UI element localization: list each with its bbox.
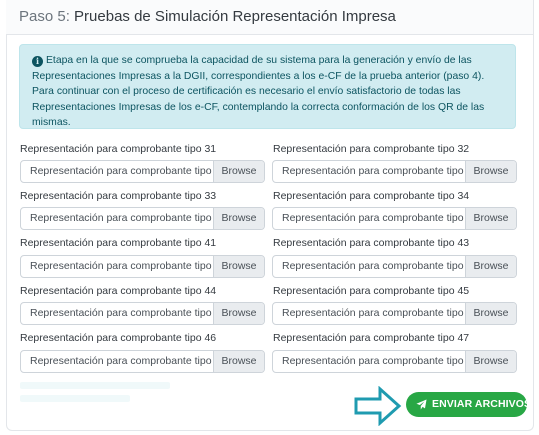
browse-button[interactable]: Browse	[213, 256, 264, 277]
browse-button[interactable]: Browse	[465, 208, 516, 229]
file-input-33[interactable]: Representación para comprobante tipo 33.…	[20, 207, 265, 230]
field-label-46: Representación para comprobante tipo 46	[20, 332, 217, 344]
file-placeholder: Representación para comprobante tipo 43.	[282, 260, 482, 272]
field-label-32: Representación para comprobante tipo 32	[273, 143, 470, 155]
file-placeholder: Representación para comprobante tipo 34.	[282, 212, 482, 224]
field-label-41: Representación para comprobante tipo 41	[20, 237, 217, 249]
browse-button[interactable]: Browse	[213, 303, 264, 324]
file-placeholder: Representación para comprobante tipo 44.	[30, 307, 230, 319]
info-text: Etapa en la que se comprueba la capacida…	[32, 55, 485, 128]
field-label-34: Representación para comprobante tipo 34	[273, 190, 470, 202]
faded-background	[20, 382, 190, 412]
file-input-34[interactable]: Representación para comprobante tipo 34.…	[272, 207, 517, 230]
file-placeholder: Representación para comprobante tipo 32.	[282, 165, 482, 177]
file-input-32[interactable]: Representación para comprobante tipo 32.…	[272, 160, 517, 183]
file-placeholder: Representación para comprobante tipo 45.	[282, 307, 482, 319]
field-label-43: Representación para comprobante tipo 43	[273, 237, 470, 249]
file-input-44[interactable]: Representación para comprobante tipo 44.…	[20, 302, 265, 325]
info-circle-icon: i	[32, 56, 43, 67]
browse-button[interactable]: Browse	[465, 303, 516, 324]
step-name: Pruebas de Simulación Representación Imp…	[74, 8, 396, 25]
page: Paso 5: Pruebas de Simulación Representa…	[0, 0, 539, 435]
step-title: Paso 5: Pruebas de Simulación Representa…	[19, 8, 396, 25]
field-label-44: Representación para comprobante tipo 44	[20, 285, 217, 297]
file-placeholder: Representación para comprobante tipo 41.	[30, 260, 230, 272]
field-label-33: Representación para comprobante tipo 33	[20, 190, 217, 202]
file-placeholder: Representación para comprobante tipo 31.	[30, 165, 230, 177]
browse-button[interactable]: Browse	[213, 208, 264, 229]
file-placeholder: Representación para comprobante tipo 33.	[30, 212, 230, 224]
file-input-41[interactable]: Representación para comprobante tipo 41.…	[20, 255, 265, 278]
arrow-right-icon	[354, 386, 402, 426]
browse-button[interactable]: Browse	[465, 161, 516, 182]
file-placeholder: Representación para comprobante tipo 47.	[282, 355, 482, 367]
file-input-45[interactable]: Representación para comprobante tipo 45.…	[272, 302, 517, 325]
file-input-43[interactable]: Representación para comprobante tipo 43.…	[272, 255, 517, 278]
browse-button[interactable]: Browse	[213, 161, 264, 182]
file-placeholder: Representación para comprobante tipo 46.	[30, 355, 230, 367]
browse-button[interactable]: Browse	[465, 351, 516, 372]
browse-button[interactable]: Browse	[465, 256, 516, 277]
info-alert: i Etapa en la que se comprueba la capacid…	[19, 44, 516, 129]
file-input-47[interactable]: Representación para comprobante tipo 47.…	[272, 350, 517, 373]
file-input-31[interactable]: Representación para comprobante tipo 31.…	[20, 160, 265, 183]
field-label-45: Representación para comprobante tipo 45	[273, 285, 470, 297]
submit-label: ENVIAR ARCHIVOS	[432, 398, 532, 410]
step-prefix: Paso 5:	[19, 8, 75, 25]
paper-plane-icon	[416, 399, 427, 410]
submit-files-button[interactable]: ENVIAR ARCHIVOS	[406, 392, 531, 417]
file-input-46[interactable]: Representación para comprobante tipo 46.…	[20, 350, 265, 373]
field-label-47: Representación para comprobante tipo 47	[273, 332, 470, 344]
browse-button[interactable]: Browse	[213, 351, 264, 372]
field-label-31: Representación para comprobante tipo 31	[20, 143, 217, 155]
